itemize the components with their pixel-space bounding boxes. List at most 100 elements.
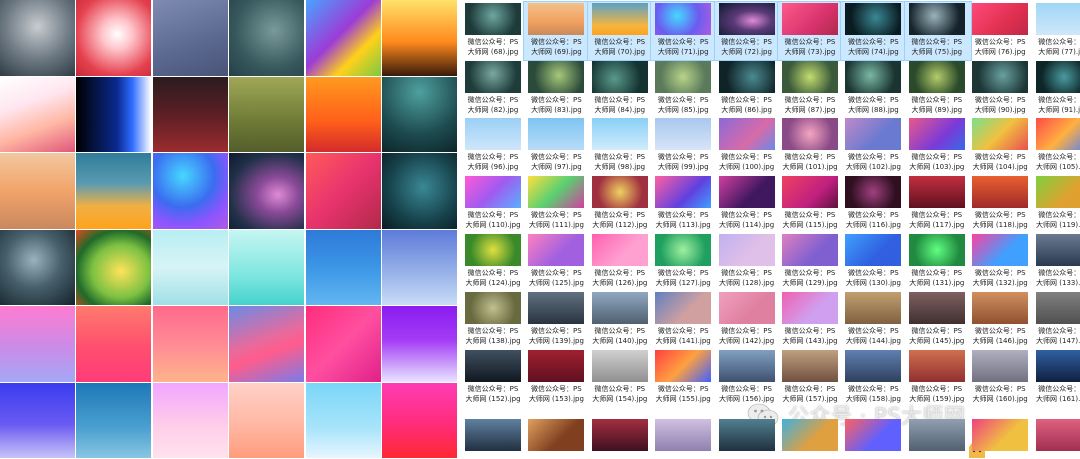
file-thumbnail[interactable] bbox=[718, 292, 775, 324]
file-thumbnail[interactable] bbox=[908, 118, 965, 150]
file-thumbnail[interactable] bbox=[718, 419, 775, 451]
file-thumbnail[interactable] bbox=[528, 118, 585, 150]
file-item[interactable]: 微信公众号：PS 大师网 (154).jpg bbox=[589, 349, 651, 405]
file-item[interactable]: 微信公众号：PS 大师网 (105).jpg bbox=[1033, 117, 1080, 173]
file-item[interactable]: 微信公众号：PS 大师网 (160).jpg bbox=[969, 349, 1031, 405]
file-item[interactable]: 微信公众号：PS 大师网 (101).jpg bbox=[779, 117, 841, 173]
file-item[interactable]: 微信公众号：PS 大师网 (102).jpg bbox=[842, 117, 904, 173]
file-item[interactable] bbox=[652, 418, 714, 459]
file-item[interactable]: 微信公众号：PS 大师网 (83).jpg bbox=[525, 60, 587, 116]
file-thumbnail[interactable] bbox=[655, 419, 712, 451]
file-thumbnail[interactable] bbox=[908, 350, 965, 382]
file-item[interactable]: 微信公众号：PS 大师网 (75).jpg bbox=[903, 1, 972, 61]
file-item[interactable]: 微信公众号：PS 大师网 (90).jpg bbox=[969, 60, 1031, 116]
file-item[interactable]: 微信公众号：PS 大师网 (99).jpg bbox=[652, 117, 714, 173]
file-item[interactable]: 微信公众号：PS 大师网 (142).jpg bbox=[716, 291, 778, 347]
file-thumbnail[interactable] bbox=[528, 292, 585, 324]
file-item[interactable]: 微信公众号：PS 大师网 (89).jpg bbox=[906, 60, 968, 116]
file-item[interactable]: 微信公众号：PS 大师网 (127).jpg bbox=[652, 233, 714, 289]
file-item[interactable]: 微信公众号：PS 大师网 (129).jpg bbox=[779, 233, 841, 289]
file-item[interactable]: 微信公众号：PS 大师网 (70).jpg bbox=[586, 1, 655, 61]
file-item[interactable]: 微信公众号：PS 大师网 (146).jpg bbox=[969, 291, 1031, 347]
file-item[interactable]: 微信公众号：PS 大师网 (156).jpg bbox=[716, 349, 778, 405]
file-thumbnail[interactable] bbox=[655, 3, 712, 35]
file-item[interactable]: 微信公众号：PS 大师网 (82).jpg bbox=[462, 60, 524, 116]
file-thumbnail[interactable] bbox=[528, 234, 585, 266]
file-thumbnail[interactable] bbox=[1035, 234, 1080, 266]
file-thumbnail[interactable] bbox=[1035, 419, 1080, 451]
file-thumbnail[interactable] bbox=[718, 61, 775, 93]
file-thumbnail[interactable] bbox=[591, 350, 648, 382]
file-thumbnail[interactable] bbox=[591, 292, 648, 324]
file-item[interactable]: 微信公众号：PS 大师网 (97).jpg bbox=[525, 117, 587, 173]
file-item[interactable]: 微信公众号：PS 大师网 (124).jpg bbox=[462, 233, 524, 289]
file-thumbnail[interactable] bbox=[1035, 176, 1080, 208]
file-item[interactable]: 微信公众号：PS 大师网 (98).jpg bbox=[589, 117, 651, 173]
file-thumbnail[interactable] bbox=[465, 3, 521, 35]
file-item[interactable]: 微信公众号：PS 大师网 (126).jpg bbox=[589, 233, 651, 289]
file-thumbnail[interactable] bbox=[782, 3, 838, 35]
file-item[interactable] bbox=[462, 418, 524, 459]
file-thumbnail[interactable] bbox=[465, 292, 521, 324]
file-thumbnail[interactable] bbox=[591, 61, 648, 93]
file-item[interactable] bbox=[525, 418, 587, 459]
file-thumbnail[interactable] bbox=[465, 61, 521, 93]
file-thumbnail[interactable] bbox=[591, 176, 648, 208]
file-thumbnail[interactable] bbox=[655, 292, 712, 324]
file-thumbnail[interactable] bbox=[782, 292, 838, 324]
file-thumbnail[interactable] bbox=[1035, 61, 1080, 93]
file-item[interactable]: 微信公众号：PS 大师网 (73).jpg bbox=[777, 1, 845, 61]
file-item[interactable]: 微信公众号：PS 大师网 (153).jpg bbox=[525, 349, 587, 405]
file-thumbnail[interactable] bbox=[718, 234, 775, 266]
file-item[interactable]: 微信公众号：PS 大师网 (161).jpg bbox=[1033, 349, 1080, 405]
file-item[interactable]: 微信公众号：PS 大师网 (125).jpg bbox=[525, 233, 587, 289]
file-thumbnail[interactable] bbox=[845, 176, 902, 208]
file-item[interactable]: 微信公众号：PS 大师网 (143).jpg bbox=[779, 291, 841, 347]
file-item[interactable]: 微信公众号：PS 大师网 (91).jpg bbox=[1033, 60, 1080, 116]
file-item[interactable]: 微信公众号：PS 大师网 (72).jpg bbox=[713, 1, 782, 61]
file-thumbnail[interactable] bbox=[718, 176, 775, 208]
file-thumbnail[interactable] bbox=[591, 234, 648, 266]
file-item[interactable]: 微信公众号：PS 大师网 (117).jpg bbox=[906, 175, 968, 231]
file-thumbnail[interactable] bbox=[972, 350, 1029, 382]
file-item[interactable] bbox=[716, 418, 778, 459]
file-thumbnail[interactable] bbox=[845, 61, 902, 93]
file-thumbnail[interactable] bbox=[718, 118, 775, 150]
file-thumbnail[interactable] bbox=[528, 176, 585, 208]
file-item[interactable]: 微信公众号：PS 大师网 (69).jpg bbox=[523, 1, 592, 61]
file-thumbnail[interactable] bbox=[908, 234, 965, 266]
file-item[interactable]: 微信公众号：PS 大师网 (132).jpg bbox=[969, 233, 1031, 289]
file-thumbnail[interactable] bbox=[465, 176, 521, 208]
file-thumbnail[interactable] bbox=[1035, 350, 1080, 382]
file-item[interactable]: 微信公众号：PS 大师网 (152).jpg bbox=[462, 349, 524, 405]
file-item[interactable]: 微信公众号：PS 大师网 (76).jpg bbox=[969, 2, 1031, 58]
file-thumbnail[interactable] bbox=[845, 419, 902, 451]
file-thumbnail[interactable] bbox=[1035, 118, 1080, 150]
file-thumbnail[interactable] bbox=[1035, 292, 1080, 324]
file-item[interactable]: 微信公众号：PS 大师网 (116).jpg bbox=[842, 175, 904, 231]
file-item[interactable]: 微信公众号：PS 大师网 (138).jpg bbox=[462, 291, 524, 347]
file-item[interactable] bbox=[842, 418, 904, 459]
file-item[interactable]: 微信公众号：PS 大师网 (159).jpg bbox=[906, 349, 968, 405]
file-item[interactable]: 微信公众号：PS 大师网 (131).jpg bbox=[906, 233, 968, 289]
file-thumbnail[interactable] bbox=[782, 350, 838, 382]
file-item[interactable]: 微信公众号：PS 大师网 (110).jpg bbox=[462, 175, 524, 231]
file-thumbnail[interactable] bbox=[908, 176, 965, 208]
file-item[interactable]: 微信公众号：PS 大师网 (128).jpg bbox=[716, 233, 778, 289]
file-thumbnail[interactable] bbox=[528, 350, 585, 382]
file-item[interactable]: 微信公众号：PS 大师网 (100).jpg bbox=[716, 117, 778, 173]
file-item[interactable]: 微信公众号：PS 大师网 (147).jpg bbox=[1033, 291, 1080, 347]
file-item[interactable]: 微信公众号：PS 大师网 (111).jpg bbox=[525, 175, 587, 231]
file-item[interactable]: 微信公众号：PS 大师网 (113).jpg bbox=[652, 175, 714, 231]
file-thumbnail[interactable] bbox=[972, 234, 1029, 266]
file-item[interactable]: 微信公众号：PS 大师网 (114).jpg bbox=[716, 175, 778, 231]
file-thumbnail[interactable] bbox=[908, 3, 965, 35]
file-thumbnail[interactable] bbox=[655, 234, 712, 266]
file-thumbnail[interactable] bbox=[655, 118, 712, 150]
file-item[interactable]: 微信公众号：PS 大师网 (141).jpg bbox=[652, 291, 714, 347]
file-thumbnail[interactable] bbox=[591, 118, 648, 150]
file-thumbnail[interactable] bbox=[845, 292, 902, 324]
file-thumbnail[interactable] bbox=[782, 61, 838, 93]
file-thumbnail[interactable] bbox=[972, 118, 1029, 150]
file-thumbnail[interactable] bbox=[782, 118, 838, 150]
